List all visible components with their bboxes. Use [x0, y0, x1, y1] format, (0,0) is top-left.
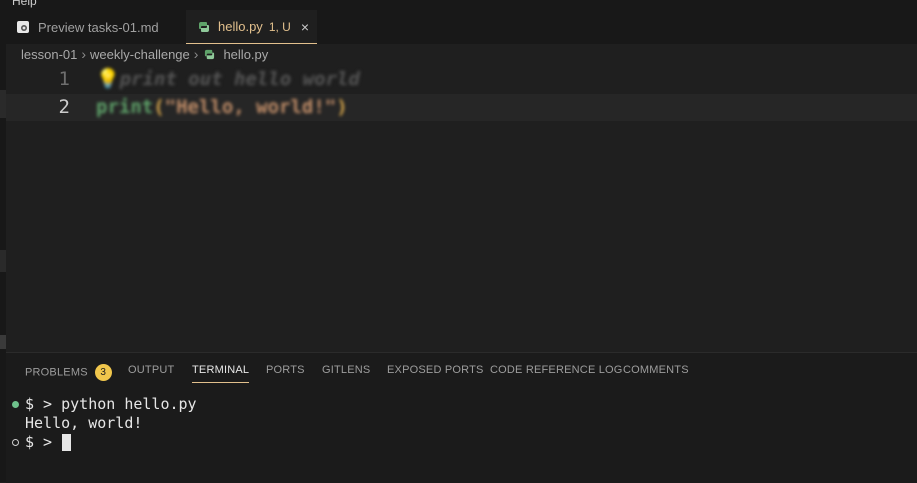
menu-help[interactable]: Help [12, 0, 37, 8]
lightbulb-icon[interactable]: 💡 [96, 68, 120, 90]
tab-preview-tasks[interactable]: Preview tasks-01.md [12, 10, 184, 44]
tab-ports[interactable]: PORTS [266, 364, 305, 376]
code-paren: ( [153, 96, 165, 118]
tab-terminal[interactable]: TERMINAL [192, 364, 250, 383]
problems-count-badge: 3 [94, 364, 112, 381]
tab-comments[interactable]: COMMENTS [623, 364, 689, 376]
active-tab-indicator [192, 382, 250, 383]
terminal-prompt: $ > [25, 433, 62, 451]
code-string: "Hello, world!" [164, 96, 337, 118]
code-content[interactable]: 💡print out hello world [96, 66, 360, 93]
python-icon [205, 49, 215, 59]
line-number: 2 [58, 96, 70, 118]
chevron-right-icon: › [81, 46, 87, 62]
breadcrumb: lesson-01 › weekly-challenge › hello.py [21, 44, 268, 64]
tab-gitlens[interactable]: GITLENS [322, 364, 370, 376]
code-function: print [96, 96, 154, 118]
tab-exposed-ports[interactable]: EXPOSED PORTS [387, 364, 484, 376]
tab-label: TERMINAL [192, 364, 250, 376]
editor-tab-bar: Preview tasks-01.md hello.py 1, U × [6, 10, 917, 44]
chevron-right-icon: › [193, 46, 199, 62]
panel-tab-bar: PROBLEMS 3 OUTPUT TERMINAL PORTS GITLENS … [6, 353, 917, 389]
tab-code-reference-log[interactable]: CODE REFERENCE LOG [490, 364, 623, 376]
terminal-line[interactable]: $ > [25, 433, 72, 452]
code-content[interactable]: print("Hello, world!") [96, 94, 348, 121]
tab-output[interactable]: OUTPUT [128, 364, 174, 376]
close-icon[interactable]: × [301, 19, 309, 35]
title-bar: Help [0, 0, 917, 10]
preview-icon [17, 21, 29, 33]
code-paren: ) [336, 96, 348, 118]
tab-problems[interactable]: PROBLEMS 3 [25, 364, 112, 381]
tab-status: 1, U [268, 19, 291, 34]
breadcrumb-item-file[interactable]: hello.py [223, 47, 268, 62]
terminal-cursor [62, 434, 72, 451]
command-pending-dot-icon[interactable] [12, 439, 19, 446]
bottom-panel: PROBLEMS 3 OUTPUT TERMINAL PORTS GITLENS … [6, 352, 917, 483]
terminal-line: $ > python hello.py [25, 395, 197, 414]
breadcrumb-item-folder[interactable]: weekly-challenge [90, 47, 190, 62]
code-editor[interactable]: 1 💡print out hello world 2 print("Hello,… [6, 66, 917, 352]
tab-label: Preview tasks-01.md [38, 19, 159, 35]
command-success-dot-icon[interactable] [12, 401, 19, 408]
editor-line-current[interactable]: 2 print("Hello, world!") [6, 94, 917, 121]
code-comment: print out hello world [119, 68, 360, 90]
terminal-prompt: $ > [25, 395, 62, 413]
tab-label: PROBLEMS [25, 366, 88, 379]
tab-hello-py[interactable]: hello.py 1, U × [186, 10, 317, 44]
tab-label: hello.py [218, 19, 263, 34]
editor-line[interactable]: 1 💡print out hello world [6, 66, 917, 93]
python-icon [199, 21, 209, 32]
terminal-output: Hello, world! [25, 414, 143, 432]
breadcrumb-item-lesson[interactable]: lesson-01 [21, 47, 77, 62]
line-number: 1 [58, 68, 70, 90]
terminal-command: python hello.py [61, 395, 197, 413]
